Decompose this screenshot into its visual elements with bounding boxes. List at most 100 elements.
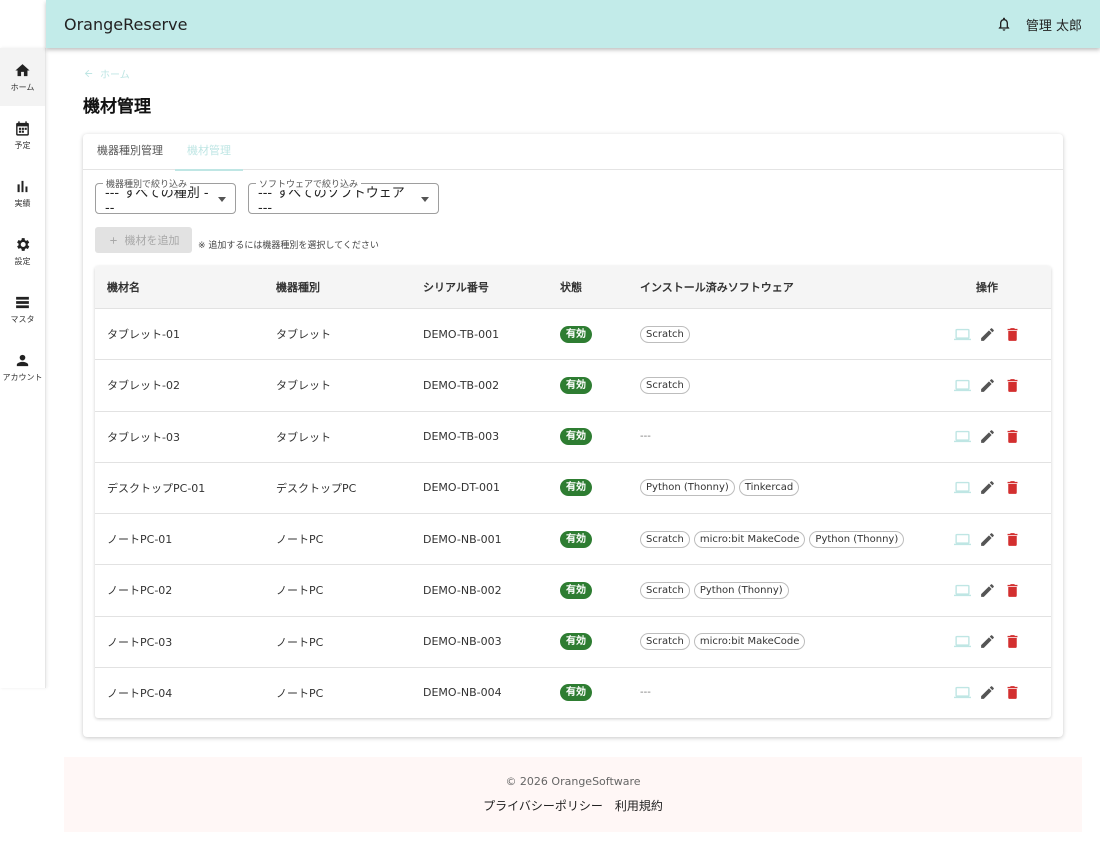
cell-status: 有効	[548, 376, 628, 394]
sidebar-item-label: マスタ	[10, 314, 35, 324]
trash-icon	[1007, 481, 1017, 495]
trash-icon	[1007, 584, 1017, 597]
software-chip: Scratch	[640, 633, 690, 651]
breadcrumb[interactable]: ホーム	[83, 66, 130, 81]
footer: © 2026 OrangeSoftware プライバシーポリシー 利用規約	[64, 757, 1082, 832]
cell-type: タブレット	[276, 328, 331, 342]
add-row: 機材を追加 ※ 追加するには機器種別を選択してください	[95, 227, 379, 253]
sidebar-item-settings[interactable]: 設定	[0, 222, 45, 280]
delete-button[interactable]	[1004, 428, 1021, 445]
terms-link[interactable]: 利用規約	[615, 797, 663, 814]
breadcrumb-home[interactable]: ホーム	[100, 66, 130, 81]
gear-icon	[17, 237, 30, 251]
cell-type: ノートPC	[276, 635, 324, 649]
sidebar: ホーム 予定 実績 設定 マスタ アカウント	[0, 48, 46, 688]
laptop-button[interactable]	[953, 428, 971, 445]
add-equipment-button[interactable]: 機材を追加	[95, 227, 192, 253]
cell-software: Scratch Python (Thonny)	[628, 581, 923, 599]
pencil-icon	[980, 430, 994, 443]
pencil-icon	[980, 686, 994, 700]
edit-button[interactable]	[979, 582, 996, 599]
chevron-down-icon	[421, 197, 429, 202]
status-badge: 有効	[560, 633, 592, 651]
laptop-button[interactable]	[953, 582, 971, 599]
pencil-icon	[980, 584, 994, 597]
laptop-button[interactable]	[953, 684, 971, 701]
cell-status: 有効	[548, 633, 628, 651]
cell-name: デスクトップPC-01	[107, 481, 206, 495]
software-chip: micro:bit MakeCode	[693, 633, 806, 651]
cell-software: Scratch	[628, 325, 923, 343]
bell-icon[interactable]	[996, 16, 1012, 32]
laptop-button[interactable]	[953, 326, 971, 343]
edit-button[interactable]	[979, 326, 996, 343]
table-row: ノートPC-03 ノートPC DEMO-NB-003 有効 Scratch micro:b…	[95, 615, 1051, 667]
cell-serial: DEMO-NB-001	[423, 532, 502, 546]
delete-button[interactable]	[1004, 479, 1021, 496]
software-chip: Tinkercad	[738, 479, 800, 497]
edit-button[interactable]	[979, 684, 996, 701]
trash-icon	[1007, 430, 1017, 443]
cell-name: タブレット-02	[107, 379, 180, 393]
table-row: ノートPC-01 ノートPC DEMO-NB-001 有効 Scratch micro:b…	[95, 513, 1051, 564]
cell-serial: DEMO-TB-003	[423, 430, 500, 444]
header-actions: 操作	[976, 281, 998, 294]
delete-button[interactable]	[1004, 684, 1021, 701]
edit-button[interactable]	[979, 479, 996, 496]
header-serial: シリアル番号	[423, 281, 489, 294]
pencil-icon	[980, 635, 994, 648]
cell-type: タブレット	[276, 430, 331, 444]
delete-button[interactable]	[1004, 582, 1021, 599]
header-type: 機器種別	[276, 281, 320, 294]
delete-button[interactable]	[1004, 326, 1021, 343]
software-chip: Python (Thonny)	[640, 479, 735, 497]
no-software: ---	[640, 431, 651, 443]
sidebar-item-label: アカウント	[2, 372, 43, 382]
tab-equipment[interactable]: 機材管理	[175, 134, 243, 171]
laptop-icon	[953, 328, 971, 340]
status-badge: 有効	[560, 684, 592, 702]
cell-software: Scratch	[628, 376, 923, 394]
cell-actions	[923, 582, 1051, 599]
sidebar-item-home[interactable]: ホーム	[0, 48, 45, 106]
edit-button[interactable]	[979, 531, 996, 548]
delete-button[interactable]	[1004, 531, 1021, 548]
software-filter-select[interactable]: ソフトウェアで絞り込み --- すべてのソフトウェア ---	[248, 177, 439, 216]
delete-button[interactable]	[1004, 377, 1021, 394]
edit-button[interactable]	[979, 428, 996, 445]
cell-type: ノートPC	[276, 686, 324, 700]
cell-status: 有効	[548, 479, 628, 497]
delete-button[interactable]	[1004, 633, 1021, 650]
user-name[interactable]: 管理 太郎	[1026, 15, 1082, 34]
type-filter-select[interactable]: 機器種別で絞り込み --- すべての種別 ---	[95, 177, 236, 216]
status-badge: 有効	[560, 581, 592, 599]
laptop-button[interactable]	[953, 633, 971, 650]
cell-software: Python (Thonny) Tinkercad	[628, 479, 923, 497]
table-row: デスクトップPC-01 デスクトップPC DEMO-DT-001 有効 Python (…	[95, 461, 1051, 513]
laptop-button[interactable]	[953, 531, 971, 548]
cell-name: ノートPC-04	[107, 686, 173, 700]
status-badge: 有効	[560, 376, 592, 394]
laptop-button[interactable]	[953, 377, 971, 394]
laptop-button[interactable]	[953, 479, 971, 496]
filters: 機器種別で絞り込み --- すべての種別 --- ソフトウェアで絞り込み ---…	[95, 177, 439, 216]
tab-device-types[interactable]: 機器種別管理	[85, 134, 175, 170]
pencil-icon	[980, 481, 994, 495]
cell-actions	[923, 684, 1051, 701]
sidebar-item-account[interactable]: アカウント	[0, 338, 45, 396]
trash-icon	[1007, 635, 1017, 648]
edit-button[interactable]	[979, 377, 996, 394]
sidebar-item-master[interactable]: マスタ	[0, 280, 45, 338]
app-title[interactable]: OrangeReserve	[64, 15, 187, 34]
header-status: 状態	[560, 281, 582, 294]
software-filter-legend: ソフトウェアで絞り込み	[256, 177, 362, 190]
sidebar-item-results[interactable]: 実績	[0, 164, 45, 222]
software-chip: Scratch	[640, 530, 690, 548]
edit-button[interactable]	[979, 633, 996, 650]
software-chip: Scratch	[640, 325, 690, 343]
sidebar-item-schedule[interactable]: 予定	[0, 106, 45, 164]
arrow-left-icon	[84, 69, 93, 78]
laptop-icon	[953, 687, 971, 699]
privacy-link[interactable]: プライバシーポリシー	[483, 797, 603, 814]
no-software: ---	[640, 687, 651, 699]
